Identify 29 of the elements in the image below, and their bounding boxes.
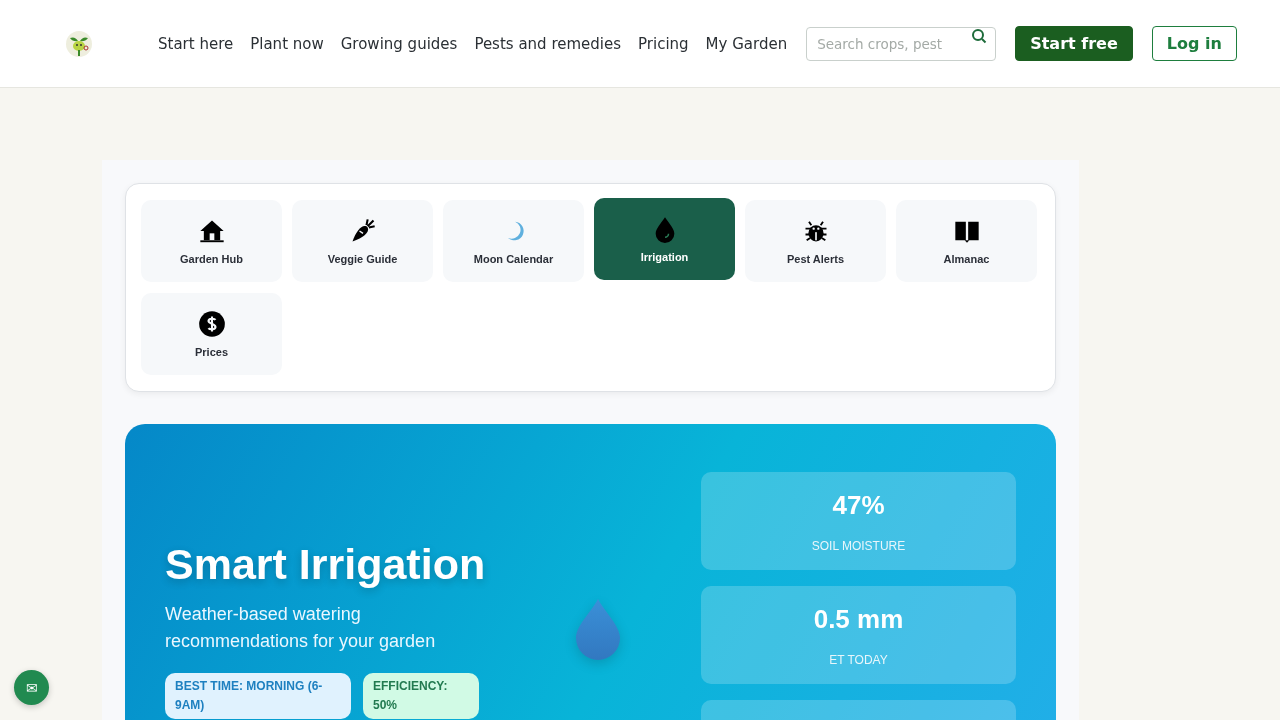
tool-tab[interactable]: Pest Alerts: [745, 200, 886, 282]
status-badge: EFFICIENCY: 50%: [363, 673, 479, 719]
nav-link[interactable]: Pests and remedies: [474, 34, 622, 53]
dollar-icon: [197, 310, 226, 338]
tool-tab[interactable]: Irrigation: [594, 198, 735, 280]
search-icon[interactable]: [971, 27, 988, 44]
hero-subtitle: Weather-based watering recommendations for your garden: [165, 603, 437, 653]
nav-link[interactable]: Growing guides: [340, 34, 458, 53]
water-drop-icon: [575, 598, 621, 660]
stat-value: 47%: [832, 489, 885, 521]
chat-button[interactable]: ✉: [14, 670, 49, 705]
nav-link[interactable]: Pricing: [638, 34, 689, 53]
status-badge: BEST TIME: MORNING (6-9AM): [165, 673, 351, 719]
start-free-button[interactable]: Start free: [1015, 26, 1133, 61]
tool-tab[interactable]: Prices: [141, 293, 282, 375]
tool-tab[interactable]: Veggie Guide: [292, 200, 433, 282]
tool-tab[interactable]: Garden Hub: [141, 200, 282, 282]
logo-icon[interactable]: [65, 29, 93, 58]
search-field[interactable]: Search crops, pest: [806, 26, 997, 61]
stat-value: 0.5 mm: [813, 603, 904, 635]
nav-link[interactable]: My Garden: [705, 34, 788, 53]
stat-label: ET TODAY: [829, 652, 888, 667]
nav-link[interactable]: Start here: [158, 34, 234, 53]
tool-tab[interactable]: Almanac: [896, 200, 1037, 282]
login-button[interactable]: Log in: [1151, 26, 1237, 61]
tool-tab[interactable]: Moon Calendar: [443, 200, 584, 282]
stat-label: SOIL MOISTURE: [811, 538, 906, 553]
nav-link[interactable]: Plant now: [250, 34, 324, 53]
hero-title: Smart Irrigation: [165, 540, 487, 589]
